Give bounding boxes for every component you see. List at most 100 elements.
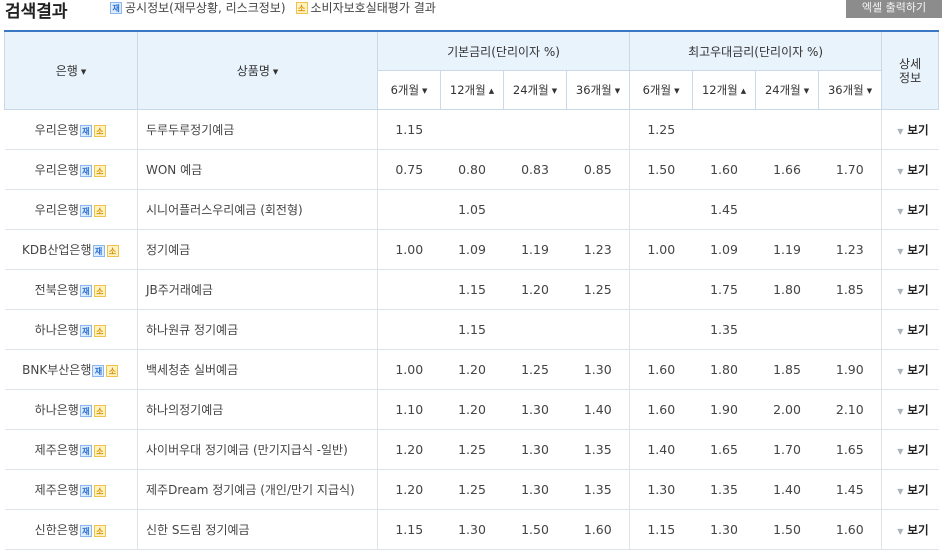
table-row: 전북은행 재 소 JB주거래예금 1.15 1.20 1.25 1.75 1.80 1.85 ▼ 보기 [4, 269, 939, 310]
bank-name[interactable]: 우리은행 [35, 163, 79, 177]
consumer-badge-icon[interactable]: 소 [93, 404, 106, 417]
disclosure-badge-icon[interactable]: 재 [79, 204, 92, 217]
col-bank-header[interactable]: 은행 ▼ [4, 30, 138, 110]
bank-cell: 하나은행 재 소 [4, 389, 138, 430]
col-max-term-3[interactable]: 36개월 ▼ [818, 70, 883, 110]
detail-view-button[interactable]: ▼ 보기 [881, 389, 939, 430]
max-rate-cell: 2.10 [818, 389, 883, 430]
consumer-badge-icon[interactable]: 소 [106, 364, 119, 377]
sort-down-icon: ▼ [803, 86, 810, 95]
excel-export-button[interactable]: 엑셀 출력하기 [846, 0, 942, 18]
basic-rate-cell: 1.50 [503, 509, 567, 550]
detail-view-button[interactable]: ▼ 보기 [881, 309, 939, 350]
detail-view-button[interactable]: ▼ 보기 [881, 269, 939, 310]
product-name[interactable]: 사이버우대 정기예금 (만기지급식 -일반) [137, 429, 378, 470]
basic-rate-cell: 1.25 [440, 429, 504, 470]
product-name[interactable]: 두루두루정기예금 [137, 109, 378, 150]
bank-name[interactable]: 우리은행 [35, 203, 79, 217]
col-product-header[interactable]: 상품명 ▼ [137, 30, 378, 110]
bank-name[interactable]: KDB산업은행 [22, 243, 92, 257]
consumer-badge-icon[interactable]: 소 [93, 284, 106, 297]
legend-disclosure: 재 공시정보(재무상황, 리스크정보) [110, 0, 286, 16]
consumer-badge-icon[interactable]: 소 [93, 324, 106, 337]
bank-name[interactable]: 신한은행 [35, 523, 79, 537]
consumer-badge-icon[interactable]: 소 [93, 524, 106, 537]
consumer-badge-icon[interactable]: 소 [93, 444, 106, 457]
disclosure-badge-icon[interactable]: 재 [79, 164, 92, 177]
disclosure-badge-icon[interactable]: 재 [79, 324, 92, 337]
col-max-term-1[interactable]: 12개월 ▲ [692, 70, 757, 110]
basic-rate-cell: 1.20 [377, 429, 441, 470]
disclosure-badge-icon[interactable]: 재 [79, 484, 92, 497]
disclosure-badge-icon[interactable]: 재 [79, 524, 92, 537]
bank-name[interactable]: 제주은행 [35, 443, 79, 457]
bank-name[interactable]: BNK부산은행 [22, 363, 91, 377]
detail-view-button[interactable]: ▼ 보기 [881, 509, 939, 550]
max-rate-cell: 1.60 [818, 509, 883, 550]
col-basic-term-2[interactable]: 24개월 ▼ [503, 70, 567, 110]
bank-name[interactable]: 제주은행 [35, 483, 79, 497]
max-rate-cell: 1.75 [692, 269, 756, 310]
detail-view-button[interactable]: ▼ 보기 [881, 469, 939, 510]
consumer-badge-icon[interactable]: 소 [93, 164, 106, 177]
basic-rate-cell: 1.00 [377, 229, 441, 270]
basic-rate-cell: 0.75 [377, 149, 441, 190]
expand-down-icon: ▼ [897, 286, 904, 296]
col-basic-term-1[interactable]: 12개월 ▲ [440, 70, 504, 110]
product-name[interactable]: 제주Dream 정기예금 (개인/만기 지급식) [137, 469, 378, 510]
bank-name[interactable]: 하나은행 [35, 403, 79, 417]
table-row: 제주은행 재 소 사이버우대 정기예금 (만기지급식 -일반) 1.20 1.25 1.30… [4, 429, 939, 470]
disclosure-badge-icon[interactable]: 재 [79, 404, 92, 417]
detail-view-button[interactable]: ▼ 보기 [881, 229, 939, 270]
consumer-badge-icon[interactable]: 소 [93, 484, 106, 497]
max-rate-cell: 2.00 [755, 389, 819, 430]
bank-name[interactable]: 전북은행 [35, 283, 79, 297]
consumer-badge-icon[interactable]: 소 [106, 244, 119, 257]
basic-rate-cell: 0.80 [440, 149, 504, 190]
bank-name[interactable]: 하나은행 [35, 323, 79, 337]
product-name[interactable]: 하나의정기예금 [137, 389, 378, 430]
col-max-term-2[interactable]: 24개월 ▼ [755, 70, 820, 110]
detail-view-button[interactable]: ▼ 보기 [881, 109, 939, 150]
disclosure-badge-icon[interactable]: 재 [79, 284, 92, 297]
term-label: 24개월 [512, 83, 549, 97]
basic-rate-cell: 1.35 [566, 429, 631, 470]
product-name[interactable]: JB주거래예금 [137, 269, 378, 310]
disclosure-badge-icon[interactable]: 재 [79, 124, 92, 137]
max-rate-cell [755, 109, 819, 150]
product-name[interactable]: 정기예금 [137, 229, 378, 270]
max-rate-cell [818, 189, 883, 230]
detail-view-button[interactable]: ▼ 보기 [881, 429, 939, 470]
detail-label: 보기 [907, 482, 929, 497]
basic-rate-cell: 0.85 [566, 149, 631, 190]
max-rate-cell [818, 109, 883, 150]
max-rate-cell: 1.66 [755, 149, 819, 190]
col-max-term-0[interactable]: 6개월 ▼ [629, 70, 694, 110]
detail-view-button[interactable]: ▼ 보기 [881, 349, 939, 390]
basic-rate-cell: 1.60 [566, 509, 631, 550]
max-rate-cell: 1.35 [692, 309, 756, 350]
basic-rate-cell [503, 189, 567, 230]
bank-cell: 전북은행 재 소 [4, 269, 138, 310]
max-rate-cell [629, 269, 693, 310]
consumer-badge-icon[interactable]: 소 [93, 124, 106, 137]
product-name[interactable]: WON 예금 [137, 149, 378, 190]
product-name[interactable]: 신한 S드림 정기예금 [137, 509, 378, 550]
disclosure-badge-icon[interactable]: 재 [92, 244, 105, 257]
detail-view-button[interactable]: ▼ 보기 [881, 149, 939, 190]
col-basic-term-3[interactable]: 36개월 ▼ [565, 70, 631, 110]
detail-view-button[interactable]: ▼ 보기 [881, 189, 939, 230]
max-rate-cell: 1.30 [629, 469, 693, 510]
col-product-label: 상품명 [236, 64, 270, 78]
product-name[interactable]: 시니어플러스우리예금 (회전형) [137, 189, 378, 230]
consumer-badge-icon[interactable]: 소 [93, 204, 106, 217]
disclosure-badge-icon[interactable]: 재 [92, 364, 105, 377]
product-name[interactable]: 백세청춘 실버예금 [137, 349, 378, 390]
bank-cell: 우리은행 재 소 [4, 149, 138, 190]
product-name[interactable]: 하나원큐 정기예금 [137, 309, 378, 350]
col-basic-term-0[interactable]: 6개월 ▼ [377, 70, 441, 110]
max-rate-cell: 1.60 [629, 389, 693, 430]
max-rate-cell: 1.00 [629, 229, 693, 270]
disclosure-badge-icon[interactable]: 재 [79, 444, 92, 457]
bank-name[interactable]: 우리은행 [35, 123, 79, 137]
